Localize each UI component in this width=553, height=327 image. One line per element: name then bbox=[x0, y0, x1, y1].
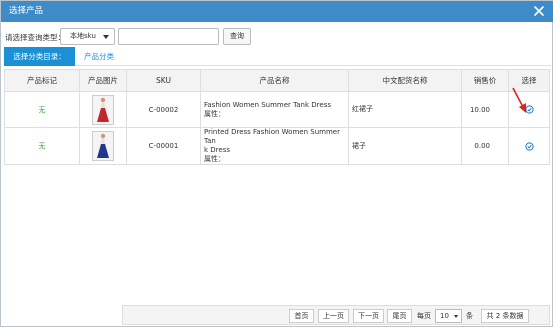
row-name-line: Printed Dress Fashion Women Summer Tan bbox=[204, 128, 340, 145]
dress-red-icon bbox=[92, 94, 114, 125]
table-row[interactable]: 无 C-00001 Printed Dress Fashion Women Su… bbox=[4, 127, 550, 165]
tab-product-category[interactable]: 产品分类 bbox=[84, 47, 114, 66]
dialog-titlebar: 选择产品 bbox=[1, 1, 553, 22]
header-sku: SKU bbox=[126, 69, 201, 92]
row-product-name: Printed Dress Fashion Women Summer Tan k… bbox=[200, 127, 349, 165]
row-name-line: k Dress bbox=[204, 146, 230, 154]
dress-blue-icon bbox=[92, 131, 114, 161]
last-page-button[interactable]: 尾页 bbox=[387, 309, 412, 323]
row-attr-line: 属性： bbox=[204, 109, 225, 118]
row-mark: 无 bbox=[4, 91, 80, 128]
row-attr-line: 属性： bbox=[204, 155, 225, 163]
header-product-mark: 产品标记 bbox=[4, 69, 80, 92]
per-page-unit: 条 bbox=[466, 312, 473, 320]
row-select-cell bbox=[508, 127, 550, 165]
row-product-name: Fashion Women Summer Tank Dress 属性： bbox=[200, 91, 349, 128]
row-sku: C-00001 bbox=[126, 127, 201, 165]
search-button[interactable]: 查询 bbox=[223, 28, 251, 45]
row-cn-name: 红裙子 bbox=[348, 91, 462, 128]
check-circle-icon[interactable] bbox=[524, 105, 534, 114]
close-icon[interactable] bbox=[532, 4, 546, 18]
query-type-label: 请选择查询类型： bbox=[5, 33, 65, 42]
pagination: 首页 上一页 下一页 尾页 每页 10 条 共 2 条数据 bbox=[122, 305, 550, 325]
header-product-image: 产品图片 bbox=[79, 69, 127, 92]
tab-select-category[interactable]: 选择分类目录： bbox=[4, 47, 75, 66]
query-type-value: 本地sku bbox=[70, 32, 96, 40]
row-cn-name: 裙子 bbox=[348, 127, 462, 165]
header-price: 销售价 bbox=[461, 69, 509, 92]
total-records: 共 2 条数据 bbox=[481, 309, 529, 323]
row-select-cell bbox=[508, 91, 550, 128]
query-bar: 请选择查询类型： 本地sku 查询 bbox=[1, 28, 553, 46]
header-cn-name: 中文配货名称 bbox=[348, 69, 462, 92]
row-price: 0.00 bbox=[461, 127, 509, 165]
dialog-title: 选择产品 bbox=[9, 6, 44, 16]
query-type-select[interactable]: 本地sku bbox=[60, 28, 115, 45]
chevron-down-icon bbox=[103, 35, 109, 39]
first-page-button[interactable]: 首页 bbox=[289, 309, 314, 323]
prev-page-button[interactable]: 上一页 bbox=[318, 309, 349, 323]
row-mark: 无 bbox=[4, 127, 80, 165]
per-page-value: 10 bbox=[440, 312, 449, 320]
check-circle-icon[interactable] bbox=[524, 141, 534, 151]
per-page-label: 每页 bbox=[417, 312, 431, 320]
select-product-dialog: 选择产品 请选择查询类型： 本地sku 查询 选择分类目录： 产品分类 产品标记… bbox=[0, 0, 553, 327]
product-table: 产品标记 产品图片 SKU 产品名称 中文配货名称 销售价 选择 无 C-000… bbox=[4, 69, 550, 165]
row-sku: C-00002 bbox=[126, 91, 201, 128]
table-header-row: 产品标记 产品图片 SKU 产品名称 中文配货名称 销售价 选择 bbox=[4, 69, 550, 92]
header-select: 选择 bbox=[508, 69, 550, 92]
row-price: 10.00 bbox=[461, 91, 509, 128]
next-page-button[interactable]: 下一页 bbox=[353, 309, 384, 323]
row-name-line: Fashion Women Summer Tank Dress bbox=[204, 100, 331, 109]
chevron-down-icon bbox=[454, 315, 458, 318]
category-tabs: 选择分类目录： 产品分类 bbox=[4, 47, 551, 66]
table-row[interactable]: 无 C-00002 Fashion Women Summer Tank Dres… bbox=[4, 91, 550, 128]
per-page-select[interactable]: 10 bbox=[435, 309, 462, 323]
row-image-cell bbox=[79, 127, 127, 165]
row-image-cell bbox=[79, 91, 127, 128]
query-input[interactable] bbox=[118, 28, 219, 45]
header-product-name: 产品名称 bbox=[200, 69, 349, 92]
